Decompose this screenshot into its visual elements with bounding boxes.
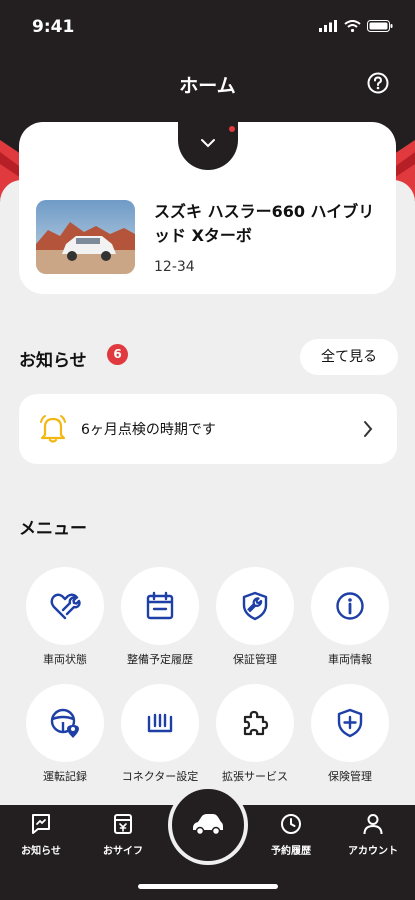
menu-item-label: 運転記録 xyxy=(43,770,87,783)
nav-label: お知らせ xyxy=(21,846,61,857)
connector-icon xyxy=(147,713,173,733)
menu-item-insurance[interactable]: 保険管理 xyxy=(305,684,395,794)
menu-item-label: コネクター設定 xyxy=(121,770,199,783)
see-all-button[interactable]: 全て見る xyxy=(300,339,398,375)
menu-item-label: 拡張サービス xyxy=(222,770,288,783)
status-icons xyxy=(319,20,393,32)
bell-icon xyxy=(40,415,66,443)
shield-plus-icon xyxy=(337,708,363,738)
menu-icon-circle xyxy=(121,684,199,762)
menu-item-maintenance-schedule[interactable]: 整備予定履歴 xyxy=(115,567,205,677)
menu-icon-circle xyxy=(26,684,104,762)
clock-icon xyxy=(281,814,301,834)
notice-item[interactable]: 6ヶ月点検の時期です xyxy=(19,394,397,464)
menu-icon-circle xyxy=(26,567,104,645)
puzzle-icon xyxy=(243,710,269,736)
menu-icon-circle xyxy=(121,567,199,645)
nav-label: 予約履歴 xyxy=(271,846,311,857)
nav-label: おサイフ xyxy=(103,846,143,857)
notice-icon xyxy=(32,814,50,834)
nav-label: アカウント xyxy=(348,846,398,857)
menu-item-label: 保証管理 xyxy=(233,653,277,666)
nav-item-account[interactable]: アカウント xyxy=(333,812,413,857)
nav-item-notices[interactable]: お知らせ xyxy=(1,812,81,857)
info-icon xyxy=(336,592,364,620)
menu-icon-circle xyxy=(216,684,294,762)
home-indicator[interactable] xyxy=(138,884,278,889)
vehicle-name: スズキ ハスラー660 ハイブリッド Xターボ xyxy=(154,202,375,245)
nav-item-wallet[interactable]: おサイフ xyxy=(83,812,163,857)
signal-icon xyxy=(319,20,337,32)
wifi-icon xyxy=(344,20,361,32)
notice-text: 6ヶ月点検の時期です xyxy=(81,422,216,438)
menu-item-label: 車両状態 xyxy=(43,653,87,666)
notices-section-title: お知らせ xyxy=(19,351,87,371)
chevron-right-icon xyxy=(364,421,373,437)
menu-item-label: 整備予定履歴 xyxy=(127,653,193,666)
status-bar: 9:41 xyxy=(0,0,415,56)
menu-icon-circle xyxy=(216,567,294,645)
menu-item-label: 保険管理 xyxy=(328,770,372,783)
menu-item-vehicle-status[interactable]: 車両状態 xyxy=(20,567,110,677)
steering-wheel-pin-icon xyxy=(50,708,79,738)
wallet-icon xyxy=(114,814,132,834)
nav-item-vehicle[interactable] xyxy=(168,785,248,865)
menu-item-driving-log[interactable]: 運転記録 xyxy=(20,684,110,794)
person-icon xyxy=(363,814,383,835)
vehicle-plate-number: 12-34 xyxy=(154,259,195,275)
menu-item-warranty[interactable]: 保証管理 xyxy=(210,567,300,677)
menu-item-label: 車両情報 xyxy=(328,653,372,666)
car-icon xyxy=(193,814,223,836)
chevron-down-icon[interactable] xyxy=(200,138,216,148)
page-title: ホーム xyxy=(179,75,236,97)
menu-item-connector-settings[interactable]: コネクター設定 xyxy=(115,684,205,794)
notices-count-badge: 6 xyxy=(107,344,128,365)
status-time: 9:41 xyxy=(32,17,75,37)
shield-wrench-icon xyxy=(242,591,268,621)
nav-item-reservation-history[interactable]: 予約履歴 xyxy=(251,812,331,857)
help-icon[interactable] xyxy=(367,72,389,94)
heart-wrench-icon xyxy=(50,593,81,620)
new-indicator-dot xyxy=(229,126,235,132)
menu-item-vehicle-info[interactable]: 車両情報 xyxy=(305,567,395,677)
home-screen: 9:41 ホーム スズキ ハスラー660 ハイブリッド Xターボ 12-34 お… xyxy=(0,0,415,900)
menu-icon-circle xyxy=(311,684,389,762)
calendar-icon xyxy=(146,591,174,620)
battery-icon xyxy=(367,20,393,32)
menu-section-title: メニュー xyxy=(19,519,87,539)
menu-item-extended-services[interactable]: 拡張サービス xyxy=(210,684,300,794)
menu-icon-circle xyxy=(311,567,389,645)
app-header: ホーム xyxy=(0,56,415,112)
vehicle-photo xyxy=(36,200,135,274)
